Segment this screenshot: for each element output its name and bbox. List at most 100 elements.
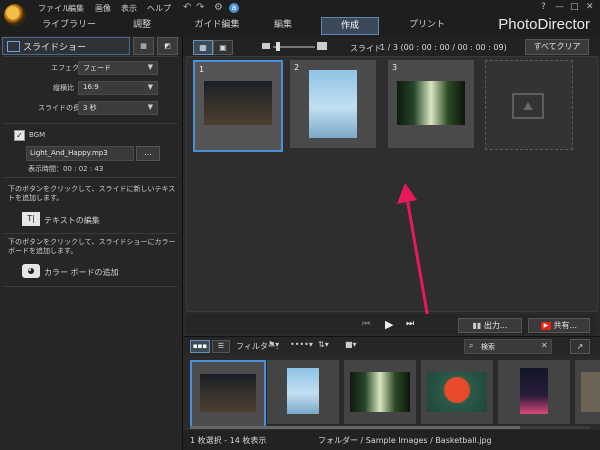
file-path: フォルダー / Sample Images / Basketball.jpg <box>318 436 492 445</box>
thumbnail-image <box>287 368 319 414</box>
tab-edit[interactable]: 編集 <box>262 17 304 33</box>
share-label: 共有... <box>553 321 578 330</box>
scrollbar-thumb[interactable] <box>190 426 520 429</box>
slideshow-panel-title: スライドショー <box>23 43 87 53</box>
slide-number: 2 <box>294 63 300 72</box>
chevron-down-icon: ▼ <box>147 63 153 71</box>
add-image-icon: ⛰ <box>512 93 544 119</box>
divider <box>4 123 178 124</box>
play-time-text: 表示時間：00 : 02 : 43 <box>28 165 104 173</box>
slide-counter: 1 / 3 (00 : 00 : 00 / 00 : 00 : 09) <box>380 43 507 52</box>
clear-all-button[interactable]: すべてクリア <box>525 39 589 55</box>
menu-help[interactable]: ヘルプ <box>147 3 171 14</box>
sort-icon[interactable]: ⇅▾ <box>318 340 336 351</box>
search-icon: ⌕ <box>469 341 474 350</box>
aspect-dropdown[interactable]: 16:9 ▼ <box>78 81 158 95</box>
redo-icon[interactable]: ↷ <box>196 2 204 13</box>
slide-label: スライド <box>350 44 382 53</box>
slide-3[interactable]: 3 <box>388 60 474 148</box>
undo-icon[interactable]: ↶ <box>183 2 191 13</box>
maximize-button[interactable]: □ <box>570 2 579 12</box>
slide-number: 1 <box>199 65 205 74</box>
slide-1[interactable]: 1 <box>193 60 283 152</box>
thumbnail-image <box>200 374 256 412</box>
thumbnail-image <box>581 372 600 412</box>
close-button[interactable]: ✕ <box>586 2 594 12</box>
minimize-button[interactable]: — <box>555 2 564 12</box>
tab-create[interactable]: 作成 <box>321 17 379 35</box>
single-view-icon[interactable]: ▣ <box>213 40 233 55</box>
menu-image[interactable]: 画像 <box>95 3 111 14</box>
library-thumbnail-forest[interactable] <box>344 360 416 424</box>
color-board-icon[interactable]: ◕ <box>22 264 40 278</box>
library-thumbnail-leaf[interactable] <box>421 360 493 424</box>
app-logo-icon <box>4 4 26 26</box>
small-size-icon <box>262 43 270 49</box>
next-icon[interactable]: ⏭ <box>406 319 414 329</box>
slide-length-value: 3 秒 <box>83 104 97 112</box>
selection-status: 1 枚選択 - 14 枚表示 <box>190 436 267 445</box>
effect-value: フェード <box>83 64 111 72</box>
account-icon[interactable]: a <box>229 3 239 13</box>
grid-view-icon[interactable]: ▦ <box>193 40 213 55</box>
slider-handle[interactable] <box>276 42 280 51</box>
flag-filter-icon[interactable]: ⚑▾ <box>268 340 288 351</box>
chevron-down-icon: ▼ <box>147 103 153 111</box>
bgm-file-field[interactable]: Light_And_Happy.mp3 <box>26 146 134 161</box>
slide-length-dropdown[interactable]: 3 秒 ▼ <box>78 101 158 115</box>
slideshow-image-button[interactable]: ◩ <box>157 37 178 55</box>
share-button[interactable]: ▶ 共有... <box>528 318 590 333</box>
bgm-browse-button[interactable]: ... <box>136 146 160 161</box>
list-view-icon[interactable]: ☰ <box>212 340 230 353</box>
arrow-shaft <box>405 197 432 331</box>
color-label-icon[interactable]: ■▾ <box>345 340 361 351</box>
menu-file[interactable]: ファイル <box>38 3 70 14</box>
search-input[interactable]: ⌕ 検索 ✕ <box>464 339 552 354</box>
bgm-label: BGM <box>29 131 46 139</box>
thumbnail-image <box>350 372 410 412</box>
slide-2-thumbnail <box>309 70 357 138</box>
slideshow-panel-header: スライドショー <box>2 37 130 55</box>
divider <box>4 233 178 234</box>
clear-search-icon[interactable]: ✕ <box>541 341 548 350</box>
menu-view[interactable]: 表示 <box>121 3 137 14</box>
color-board-button[interactable]: カラー ボードの追加 <box>44 267 119 278</box>
brand-title: PhotoDirector <box>498 16 590 33</box>
tab-adjust[interactable]: 調整 <box>117 17 167 33</box>
rating-filter-icon[interactable]: ••••▾ <box>290 340 313 351</box>
divider <box>4 56 178 57</box>
settings-icon[interactable]: ⚙ <box>214 2 223 13</box>
output-label: 出力... <box>483 321 508 330</box>
library-thumbnail-partial[interactable] <box>575 360 600 424</box>
effect-dropdown[interactable]: フェード ▼ <box>78 61 158 75</box>
text-edit-icon[interactable]: T| <box>22 212 40 226</box>
previous-icon[interactable]: ⏮ <box>362 319 370 329</box>
slideshow-template-button[interactable]: ▦ <box>133 37 154 55</box>
text-hint: 下のボタンをクリックして、スライドに新しいテキストを追加します。 <box>8 185 176 202</box>
tab-print[interactable]: プリント <box>400 17 454 33</box>
slide-1-thumbnail <box>204 81 272 125</box>
tab-library[interactable]: ライブラリー <box>38 17 100 33</box>
tab-guided-edit[interactable]: ガイド編集 <box>186 17 248 33</box>
colorboard-hint: 下のボタンをクリックして、スライドショーにカラー ボードを追加します。 <box>8 238 176 255</box>
slide-2[interactable]: 2 <box>290 60 376 148</box>
output-button[interactable]: ▮▮ 出力... <box>458 318 522 333</box>
aspect-value: 16:9 <box>83 83 99 91</box>
text-edit-button[interactable]: テキストの編集 <box>44 215 100 226</box>
slide-3-thumbnail <box>397 81 465 125</box>
bgm-checkbox[interactable]: ✓ <box>14 130 25 141</box>
play-icon[interactable]: ▶ <box>385 318 393 331</box>
slideshow-icon <box>7 41 20 52</box>
menu-edit[interactable]: 編集 <box>68 3 84 14</box>
empty-slide-placeholder[interactable]: ⛰ <box>485 60 573 150</box>
thumbnail-image <box>427 372 487 412</box>
arrow-head <box>397 183 417 204</box>
help-button[interactable]: ? <box>541 2 546 12</box>
library-thumbnail-rock[interactable] <box>267 360 339 424</box>
export-icon[interactable]: ↗ <box>570 339 590 354</box>
library-thumbnail-night[interactable] <box>498 360 570 424</box>
library-thumbnail-basketball[interactable] <box>190 360 266 428</box>
divider <box>4 286 178 287</box>
filmstrip-view-icon[interactable]: ▪▪▪ <box>190 340 210 353</box>
film-icon: ▮▮ <box>472 321 482 330</box>
